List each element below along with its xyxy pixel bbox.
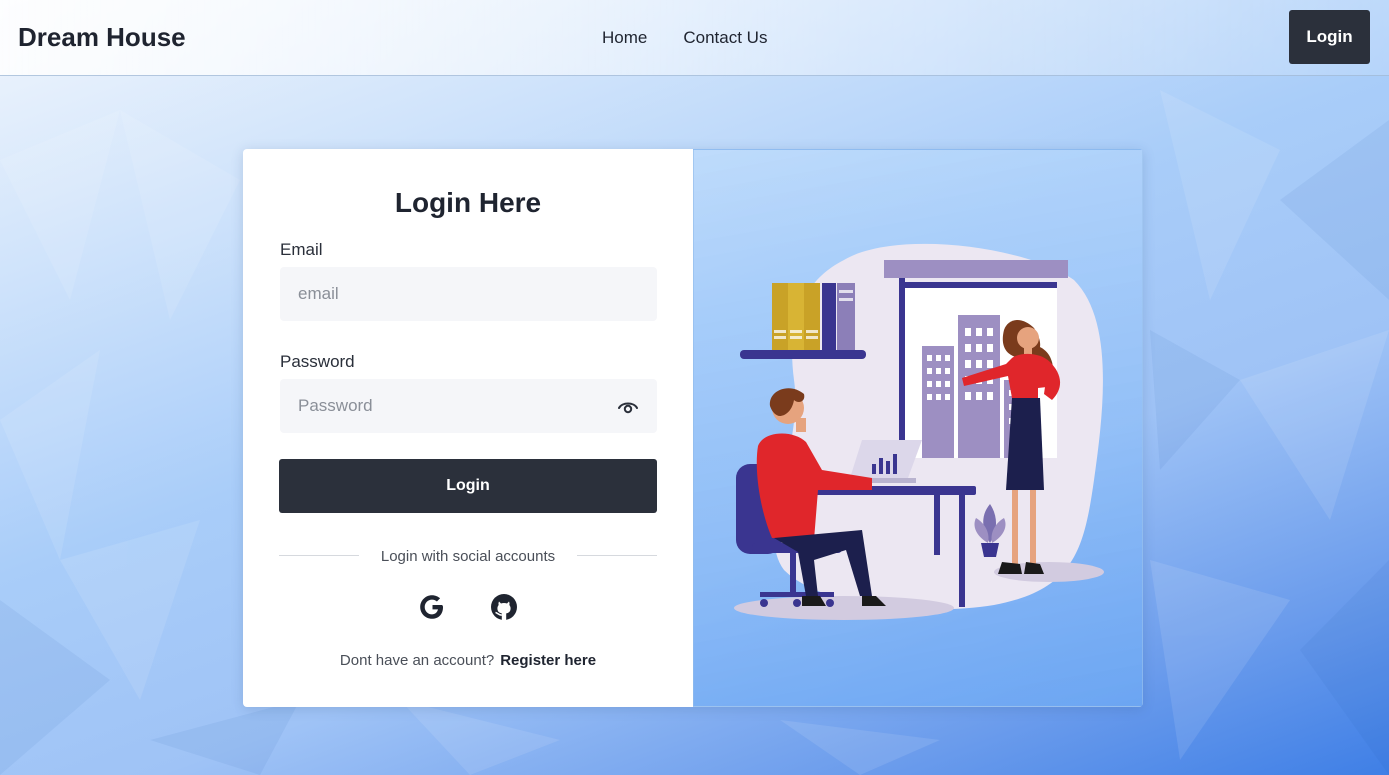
brand-logo[interactable]: Dream House [18, 22, 186, 53]
nav-link-contact[interactable]: Contact Us [683, 28, 767, 48]
form-title: Login Here [394, 187, 542, 218]
divider-line-right [577, 555, 657, 556]
illustration-panel [693, 149, 1143, 707]
register-link[interactable]: Register here [500, 652, 596, 669]
office-illustration [734, 243, 1104, 620]
github-icon[interactable] [489, 592, 519, 622]
register-prompt: Dont have an account? [339, 652, 495, 669]
nav-links: Home Contact Us [602, 28, 767, 48]
social-divider-text: Login with social accounts [380, 548, 556, 565]
navbar: Dream House Home Contact Us Login [0, 0, 1389, 76]
google-icon[interactable] [417, 592, 447, 622]
login-form-panel: Login Here Email Password Login Login wi… [243, 149, 693, 707]
login-card: Login Here Email Password Login Login wi… [243, 149, 1143, 707]
navbar-login-button[interactable]: Login [1289, 10, 1370, 64]
email-field[interactable] [280, 267, 657, 321]
nav-link-home[interactable]: Home [602, 28, 647, 48]
email-label: Email [280, 240, 323, 259]
password-field[interactable] [280, 379, 657, 433]
register-line: Dont have an account? Register here [243, 652, 693, 669]
login-submit-button[interactable]: Login [279, 459, 657, 513]
password-label: Password [280, 352, 355, 371]
eye-icon[interactable] [617, 399, 639, 415]
